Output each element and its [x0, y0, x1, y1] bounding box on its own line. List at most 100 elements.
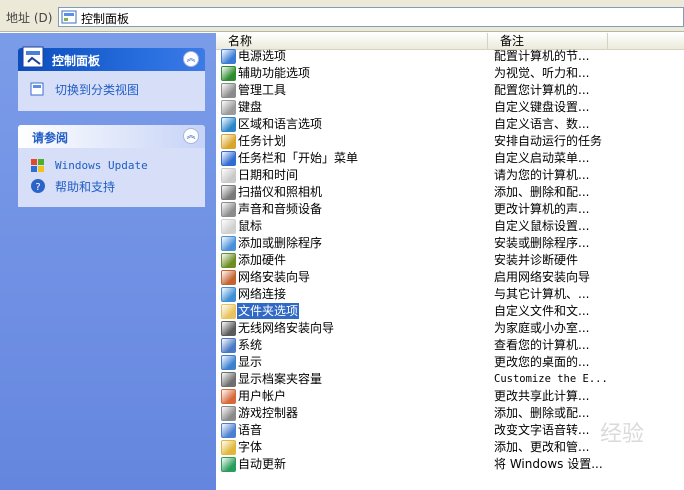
- item-name: 日期和时间: [238, 168, 299, 182]
- item-comment: 查看您的计算机...: [494, 338, 590, 352]
- list-item[interactable]: 区域和语言选项 自定义语言、数...: [216, 116, 684, 133]
- item-comment: 改变文字语音转...: [494, 423, 590, 437]
- windows-update-label: Windows Update: [55, 159, 148, 172]
- svg-text:?: ?: [35, 182, 40, 193]
- list-item[interactable]: 扫描仪和照相机 添加、删除和配...: [216, 184, 684, 201]
- switch-category-view-label: 切换到分类视图: [55, 83, 140, 97]
- control-panel-section: 控制面板 ︽ 切换到分类视图: [18, 46, 205, 111]
- list-item[interactable]: 任务栏和「开始」菜单 自定义启动菜单...: [216, 150, 684, 167]
- applet-icon: [221, 49, 236, 64]
- applet-icon: [221, 202, 236, 217]
- applet-icon: [221, 236, 236, 251]
- control-panel-section-header[interactable]: 控制面板 ︽: [18, 46, 205, 71]
- list-item[interactable]: 添加或删除程序 安装或删除程序...: [216, 235, 684, 252]
- item-name: 添加或删除程序: [238, 236, 323, 250]
- task-pane: 控制面板 ︽ 切换到分类视图 请参阅 ︽ Windows Update ? 帮助…: [0, 33, 216, 490]
- item-name: 添加硬件: [238, 253, 287, 267]
- item-name: 扫描仪和照相机: [238, 185, 323, 199]
- item-name: 无线网络安装向导: [238, 321, 335, 335]
- list-item[interactable]: 网络连接 与其它计算机、...: [216, 286, 684, 303]
- item-comment: 安排自动运行的任务: [494, 134, 603, 148]
- see-also-section-header[interactable]: 请参阅 ︽: [18, 125, 205, 148]
- item-comment: 启用网络安装向导: [494, 270, 591, 284]
- collapse-chevron-icon[interactable]: ︽: [183, 128, 199, 144]
- item-name: 任务栏和「开始」菜单: [238, 151, 359, 165]
- item-comment: 自定义文件和文...: [494, 304, 590, 318]
- applet-icon: [221, 406, 236, 421]
- item-comment: 配置计算机的节...: [494, 49, 590, 63]
- list-item[interactable]: 无线网络安装向导 为家庭或小办室...: [216, 320, 684, 337]
- item-name: 管理工具: [238, 83, 287, 97]
- item-comment: 自定义语言、数...: [494, 117, 590, 131]
- help-icon: ?: [31, 179, 45, 193]
- list-item[interactable]: 电源选项 配置计算机的节...: [216, 48, 684, 65]
- applet-icon: [221, 440, 236, 455]
- item-comment: 自定义鼠标设置...: [494, 219, 590, 233]
- applet-icon: [221, 83, 236, 98]
- item-name: 系统: [238, 338, 263, 352]
- item-name: 自动更新: [238, 457, 287, 471]
- applet-icon: [221, 355, 236, 370]
- list-item[interactable]: 鼠标 自定义鼠标设置...: [216, 218, 684, 235]
- applet-icon: [221, 253, 236, 268]
- applet-icon: [221, 338, 236, 353]
- list-item[interactable]: 网络安装向导 启用网络安装向导: [216, 269, 684, 286]
- list-item[interactable]: 自动更新 将 Windows 设置...: [216, 456, 684, 473]
- applet-icon: [221, 100, 236, 115]
- list-item[interactable]: 文件夹选项 自定义文件和文...: [216, 303, 684, 320]
- applet-icon: [221, 389, 236, 404]
- applet-icon: [221, 304, 236, 319]
- item-comment: 将 Windows 设置...: [494, 457, 603, 471]
- see-also-section-title: 请参阅: [32, 131, 69, 145]
- list-item[interactable]: 辅助功能选项 为视觉、听力和...: [216, 65, 684, 82]
- item-comment: 添加、删除和配...: [494, 185, 590, 199]
- item-name: 辅助功能选项: [238, 66, 311, 80]
- list-item[interactable]: 用户帐户 更改共享此计算...: [216, 388, 684, 405]
- list-item[interactable]: 系统 查看您的计算机...: [216, 337, 684, 354]
- applet-icon: [221, 66, 236, 81]
- item-name: 声音和音频设备: [238, 202, 323, 216]
- applet-icon: [221, 134, 236, 149]
- item-comment: 自定义键盘设置...: [494, 100, 590, 114]
- applet-icon: [221, 185, 236, 200]
- item-comment: 安装或删除程序...: [494, 236, 590, 250]
- list-item[interactable]: 添加硬件 安装并诊断硬件: [216, 252, 684, 269]
- address-label: 地址 (D): [6, 11, 53, 25]
- item-name: 语音: [238, 423, 263, 437]
- item-name: 网络连接: [238, 287, 287, 301]
- list-item[interactable]: 任务计划 安排自动运行的任务: [216, 133, 684, 150]
- item-name: 显示档案夹容量: [238, 372, 323, 386]
- item-name: 网络安装向导: [238, 270, 311, 284]
- item-comment: 为视觉、听力和...: [494, 66, 590, 80]
- applet-icon: [221, 287, 236, 302]
- item-list: 电源选项 配置计算机的节... 辅助功能选项 为视觉、听力和... 管理工具 配置您计算机…: [216, 48, 684, 473]
- item-comment: 安装并诊断硬件: [494, 253, 579, 267]
- item-comment: 添加、删除或配...: [494, 406, 590, 420]
- item-comment: 自定义启动菜单...: [494, 151, 590, 165]
- applet-icon: [221, 372, 236, 387]
- item-name: 游戏控制器: [238, 406, 299, 420]
- control-panel-large-icon: [22, 46, 44, 68]
- list-item[interactable]: 显示 更改您的桌面的...: [216, 354, 684, 371]
- watermark: 经验: [599, 422, 644, 447]
- address-bar: 地址 (D) 控制面板: [0, 0, 684, 32]
- applet-icon: [221, 321, 236, 336]
- address-input[interactable]: 控制面板: [58, 7, 684, 27]
- collapse-chevron-icon[interactable]: ︽: [183, 51, 199, 67]
- item-name: 显示: [238, 355, 263, 369]
- list-item[interactable]: 日期和时间 请为您的计算机...: [216, 167, 684, 184]
- control-panel-section-title: 控制面板: [52, 54, 101, 68]
- item-name: 任务计划: [238, 134, 287, 148]
- applet-icon: [221, 117, 236, 132]
- list-item[interactable]: 声音和音频设备 更改计算机的声...: [216, 201, 684, 218]
- list-item[interactable]: 键盘 自定义键盘设置...: [216, 99, 684, 116]
- list-item[interactable]: 管理工具 配置您计算机的...: [216, 82, 684, 99]
- item-name: 区域和语言选项: [238, 117, 323, 131]
- applet-icon: [221, 151, 236, 166]
- item-comment: 更改共享此计算...: [494, 389, 590, 403]
- item-name: 电源选项: [238, 49, 287, 63]
- help-support-label: 帮助和支持: [55, 180, 116, 194]
- address-value: 控制面板: [81, 12, 130, 26]
- item-comment: 配置您计算机的...: [494, 83, 590, 97]
- list-item[interactable]: 显示档案夹容量 Customize the E...: [216, 371, 684, 388]
